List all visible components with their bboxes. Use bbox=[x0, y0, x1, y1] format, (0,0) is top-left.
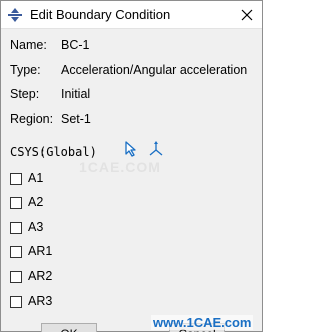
region-value: Set-1 bbox=[61, 112, 91, 126]
dof-label-a3: A3 bbox=[28, 220, 44, 234]
dof-checkbox-a3[interactable] bbox=[10, 222, 22, 234]
dof-label-a2: A2 bbox=[28, 195, 44, 209]
boundary-condition-icon bbox=[8, 8, 22, 22]
type-value: Acceleration/Angular acceleration bbox=[61, 63, 248, 77]
dof-checkbox-a2[interactable] bbox=[10, 197, 22, 209]
ok-button[interactable]: OK bbox=[41, 323, 97, 332]
dof-label-ar2: AR2 bbox=[28, 269, 53, 283]
dof-checkbox-ar1[interactable] bbox=[10, 246, 22, 258]
dof-checkbox-a1[interactable] bbox=[10, 173, 22, 185]
region-label: Region: bbox=[10, 112, 54, 126]
close-icon[interactable] bbox=[236, 4, 258, 26]
dof-label-ar3: AR3 bbox=[28, 294, 53, 308]
step-value: Initial bbox=[61, 87, 91, 101]
watermark-center: 1CAE.COM bbox=[79, 159, 161, 175]
coordinate-axes-icon[interactable] bbox=[148, 141, 164, 157]
dof-checkbox-ar2[interactable] bbox=[10, 271, 22, 283]
dof-label-ar1: AR1 bbox=[28, 244, 53, 258]
watermark-bottom: www.1CAE.com bbox=[151, 315, 254, 330]
title-bar[interactable]: Edit Boundary Condition bbox=[1, 1, 262, 29]
dof-label-a1: A1 bbox=[28, 171, 44, 185]
name-label: Name: bbox=[10, 38, 47, 52]
name-value: BC-1 bbox=[61, 38, 90, 52]
dof-checkbox-ar3[interactable] bbox=[10, 296, 22, 308]
csys-value: (Global) bbox=[39, 145, 97, 159]
dialog-title: Edit Boundary Condition bbox=[30, 7, 171, 22]
arrow-pointer-icon[interactable] bbox=[124, 141, 138, 157]
type-label: Type: bbox=[10, 63, 41, 77]
edit-boundary-condition-dialog: Edit Boundary Condition Name: BC-1 Type:… bbox=[0, 0, 263, 332]
step-label: Step: bbox=[10, 87, 40, 101]
